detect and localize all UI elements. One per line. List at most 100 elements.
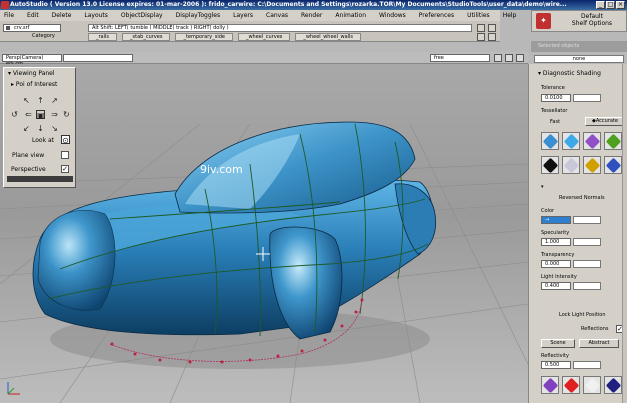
specularity-slider[interactable] xyxy=(573,238,601,246)
menu-canvas[interactable]: Canvas xyxy=(266,12,288,19)
menu-help[interactable]: Help xyxy=(503,12,517,19)
maximize-button[interactable]: □ xyxy=(606,1,615,9)
tumble-down-right-icon[interactable]: ↘ xyxy=(50,124,59,133)
tumble-down-left-icon[interactable]: ↙ xyxy=(22,124,31,133)
selected-objects-header: Selected objects xyxy=(531,41,627,52)
transparency-field[interactable]: 0.000 xyxy=(541,260,571,268)
poi-label[interactable]: ▸ Poi of Interest xyxy=(11,81,57,88)
shader-ball-5[interactable] xyxy=(541,156,559,174)
menu-utilities[interactable]: Utilities xyxy=(467,12,490,19)
tolerance-label: Tolerance xyxy=(541,85,565,91)
menu-edit[interactable]: Edit xyxy=(27,12,39,19)
shelf-tabs: _rails _stab_curves _temporary_side _whe… xyxy=(88,33,366,41)
shelf-options-button[interactable]: ✦ Default Shelf Options xyxy=(531,10,627,32)
shader-ball-6[interactable] xyxy=(562,156,580,174)
tumble-right-icon[interactable]: ↗ xyxy=(50,96,59,105)
axis-gizmo xyxy=(7,382,20,395)
look-at-label: Look at xyxy=(32,137,54,144)
transparency-slider[interactable] xyxy=(573,260,601,268)
collapse-arrow-icon[interactable]: ▾ xyxy=(541,184,544,190)
specularity-label: Specularity xyxy=(541,230,570,236)
light-intensity-slider[interactable] xyxy=(573,282,601,290)
minimize-viewport-icon[interactable] xyxy=(494,54,502,62)
app-icon xyxy=(1,1,9,9)
shelf-tab-stab-curves[interactable]: _stab_curves xyxy=(122,33,171,41)
tumble-up-icon[interactable]: ↖ xyxy=(22,96,31,105)
menu-layouts[interactable]: Layouts xyxy=(84,12,108,19)
shader-ball-4[interactable] xyxy=(604,132,622,150)
menu-windows[interactable]: Windows xyxy=(379,12,406,19)
scene-button[interactable]: Scene xyxy=(541,339,575,348)
perspective-label: Perspective xyxy=(11,166,46,173)
light-intensity-field[interactable]: 0.400 xyxy=(541,282,571,290)
pan-up-icon[interactable]: ↑ xyxy=(36,96,45,105)
accurate-button[interactable]: ◆Accurate xyxy=(585,117,625,126)
shelf-tab-temporary-side[interactable]: _temporary_side xyxy=(175,33,233,41)
pan-left-icon[interactable]: ⇐ xyxy=(24,110,33,119)
color-slider[interactable] xyxy=(573,216,601,224)
menu-file[interactable]: File xyxy=(4,12,14,19)
viewing-panel-title: ▾ Viewing Panel xyxy=(8,70,55,77)
shader-ball-2[interactable] xyxy=(562,132,580,150)
watermark-text: 9iv.com xyxy=(200,163,243,176)
menu-animation[interactable]: Animation xyxy=(335,12,366,19)
pan-down-icon[interactable]: ↓ xyxy=(36,124,45,133)
panel-scroll-strip[interactable] xyxy=(622,64,627,403)
minimize-button[interactable]: _ xyxy=(596,1,605,9)
viewport-scene xyxy=(0,121,528,403)
abstract-button[interactable]: Abstract xyxy=(579,339,619,348)
dolly-icon[interactable]: ▣ xyxy=(36,110,45,120)
fast-radio[interactable]: Fast xyxy=(550,119,560,125)
tolerance-field[interactable]: 0.0100 xyxy=(541,94,571,102)
menu-delete[interactable]: Delete xyxy=(52,12,72,19)
shader-ball-10[interactable] xyxy=(562,376,580,394)
shader-ball-9[interactable] xyxy=(541,376,559,394)
mode-field[interactable]: free xyxy=(430,54,490,62)
selected-objects-value: none xyxy=(534,55,624,63)
reflectivity-slider[interactable] xyxy=(573,361,601,369)
menu-preferences[interactable]: Preferences xyxy=(419,12,454,19)
shader-ball-8[interactable] xyxy=(604,156,622,174)
close-button[interactable]: × xyxy=(616,1,625,9)
curve-icon[interactable] xyxy=(477,33,485,41)
menu-layers[interactable]: Layers xyxy=(233,12,253,19)
shelf-bar: crv.srf Category Alt Shift: LEFT( tumble… xyxy=(0,21,500,42)
rotate-right-icon[interactable]: ↻ xyxy=(62,110,71,119)
tolerance-slider[interactable] xyxy=(573,94,601,102)
shelf-options-label: Default Shelf Options xyxy=(571,13,613,27)
plane-view-label: Plane view xyxy=(12,152,45,159)
shader-ball-7[interactable] xyxy=(583,156,601,174)
shelf-name-field[interactable]: crv.srf xyxy=(3,24,61,32)
view-field[interactable] xyxy=(63,54,133,62)
reflectivity-field[interactable]: 0.500 xyxy=(541,361,571,369)
shelf-tab-wheel-curves[interactable]: _wheel_curves xyxy=(237,33,291,41)
shader-ball-11[interactable] xyxy=(583,376,601,394)
light-intensity-label: Light Intensity xyxy=(541,274,577,280)
pencil-icon[interactable] xyxy=(477,24,485,32)
pan-right-icon[interactable]: ⇒ xyxy=(50,110,59,119)
menu-displaytoggles[interactable]: DisplayToggles xyxy=(176,12,221,19)
color-swatch[interactable]: → xyxy=(541,216,571,224)
camera-field[interactable]: Persp(Camera) ers.cm xyxy=(2,54,62,67)
shader-ball-12[interactable] xyxy=(604,376,622,394)
maximize-viewport-icon[interactable] xyxy=(505,54,513,62)
shader-ball-1[interactable] xyxy=(541,132,559,150)
surface-icon[interactable] xyxy=(488,33,496,41)
menu-bar: File Edit Delete Layouts ObjectDisplay D… xyxy=(0,10,516,21)
chart-icon[interactable] xyxy=(488,24,496,32)
menu-render[interactable]: Render xyxy=(301,12,322,19)
specularity-field[interactable]: 1.000 xyxy=(541,238,571,246)
shelf-tab-rails[interactable]: _rails xyxy=(88,33,118,41)
look-at-icon[interactable]: ⊙ xyxy=(61,135,70,145)
shelf-tab-wheel-walls[interactable]: _wheel_wheel_walls xyxy=(295,33,362,41)
lock-light-label: Lock Light Position xyxy=(559,312,606,318)
plane-view-checkbox[interactable] xyxy=(61,151,69,159)
studio-logo-icon: ✦ xyxy=(536,13,551,29)
category-label: Category xyxy=(32,33,55,39)
close-viewport-icon[interactable] xyxy=(516,54,524,62)
rotate-left-icon[interactable]: ↺ xyxy=(10,110,19,119)
menu-objectdisplay[interactable]: ObjectDisplay xyxy=(121,12,163,19)
shader-ball-3[interactable] xyxy=(583,132,601,150)
perspective-checkbox[interactable]: ✓ xyxy=(61,165,69,173)
perspective-viewport[interactable] xyxy=(0,64,528,403)
